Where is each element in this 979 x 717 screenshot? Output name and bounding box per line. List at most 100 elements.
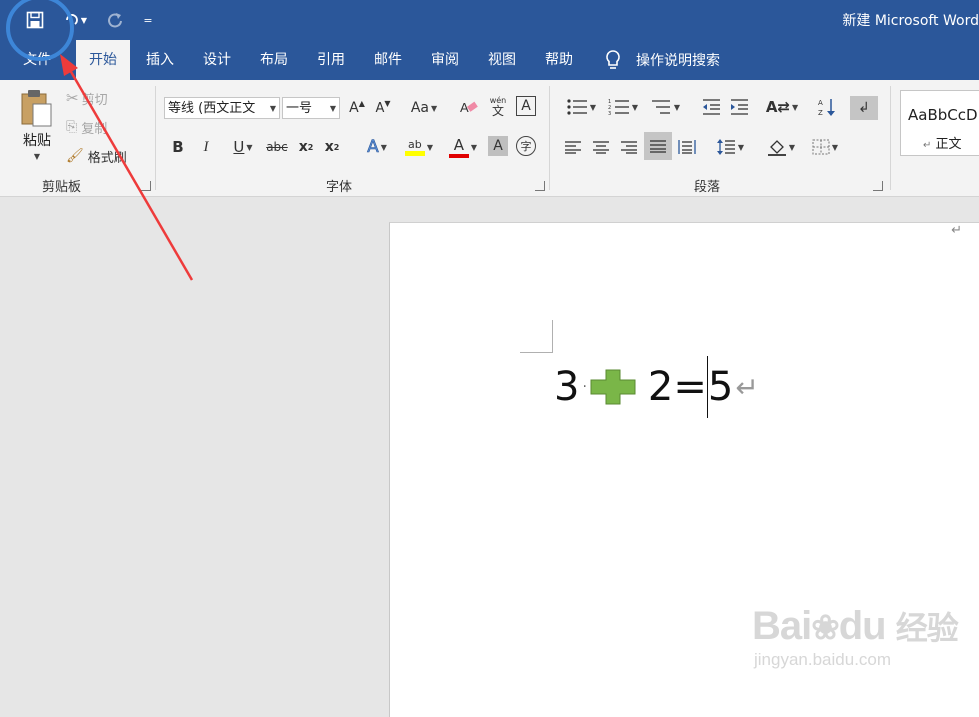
undo-dropdown-icon[interactable]: ▼	[81, 16, 87, 25]
watermark-product: 经验	[895, 610, 959, 646]
paste-button[interactable]: 粘贴 ▼	[14, 88, 60, 168]
tab-home[interactable]: 开始	[76, 40, 130, 80]
line-spacing-button[interactable]: ▼	[712, 136, 748, 158]
font-dialog-launcher[interactable]	[535, 181, 545, 191]
equation-line[interactable]: 3 · 2 = 5 ↵	[554, 356, 759, 418]
copy-button[interactable]: ⎘ 复制	[66, 117, 107, 137]
shrink-font-button[interactable]: A ▼	[373, 98, 393, 118]
save-button[interactable]	[22, 8, 48, 32]
ribbon-tab-bar: 文件 开始 插入 设计 布局 引用 邮件 审阅 视图 帮助 操作说明搜索	[0, 40, 979, 80]
change-case-button[interactable]: Aa ▼	[407, 98, 441, 118]
equals-sign: =	[673, 364, 707, 410]
decrease-indent-button[interactable]	[700, 96, 722, 118]
top-paragraph-mark: ↵	[951, 223, 962, 238]
cut-button[interactable]: ✂ 剪切	[66, 88, 108, 108]
shading-button[interactable]: ▼	[762, 136, 800, 158]
plus-icon[interactable]	[590, 369, 636, 405]
distributed-button[interactable]	[676, 136, 698, 158]
customize-qat-label: =	[143, 13, 153, 27]
multilevel-list-button[interactable]: ▼	[646, 96, 684, 118]
tab-review[interactable]: 审阅	[422, 40, 468, 80]
character-border-button[interactable]: A	[516, 96, 536, 116]
subscript-button[interactable]: x2	[296, 136, 316, 158]
highlight-label: ab	[408, 138, 422, 151]
chevron-down-icon: ▼	[329, 104, 336, 113]
paste-dropdown-icon[interactable]: ▼	[14, 152, 60, 161]
equation-number-2: 2	[647, 364, 674, 410]
highlight-button[interactable]: ab ▼	[400, 134, 438, 160]
customize-qat-button[interactable]: =	[140, 8, 156, 32]
align-center-button[interactable]	[590, 136, 612, 158]
superscript-button[interactable]: x2	[322, 136, 342, 158]
align-right-button[interactable]	[618, 136, 640, 158]
format-painter-button[interactable]: 🖌 格式刷	[66, 146, 127, 166]
show-marks-button[interactable]: ↲	[850, 96, 878, 120]
group-separator	[155, 86, 156, 190]
redo-icon	[108, 13, 122, 28]
paragraph-dialog-launcher[interactable]	[873, 181, 883, 191]
style-normal[interactable]: AaBbCcD ↵ 正文	[900, 90, 979, 156]
increase-indent-button[interactable]	[728, 96, 750, 118]
font-color-label: A	[453, 136, 465, 154]
align-center-icon	[593, 141, 609, 154]
tab-design[interactable]: 设计	[194, 40, 240, 80]
redo-button[interactable]	[102, 8, 128, 32]
character-shading-button[interactable]: A	[488, 136, 508, 156]
highlighter-icon: ab	[404, 138, 425, 156]
subscript-mark: 2	[307, 142, 314, 152]
tell-me-label: 操作说明搜索	[636, 53, 720, 69]
tab-references[interactable]: 引用	[308, 40, 354, 80]
save-icon	[26, 11, 44, 29]
paragraph-mark: ↵	[735, 370, 759, 404]
font-size-combo[interactable]: 一号 ▼	[282, 97, 340, 119]
watermark-brand: Bai❀du 经验	[752, 604, 959, 650]
bullets-button[interactable]: ▼	[562, 96, 600, 118]
svg-text:A: A	[818, 99, 823, 107]
justify-button[interactable]	[644, 132, 672, 160]
tab-mailings[interactable]: 邮件	[365, 40, 411, 80]
italic-button[interactable]: I	[196, 136, 216, 158]
style-mark: ↵	[923, 140, 932, 151]
font-color-button[interactable]: A ▼	[444, 134, 482, 160]
align-left-button[interactable]	[562, 136, 584, 158]
bold-button[interactable]: B	[168, 136, 188, 158]
sort-button[interactable]: A Z	[816, 96, 838, 118]
phonetic-guide-button[interactable]: wén 文	[486, 94, 510, 120]
tab-help[interactable]: 帮助	[536, 40, 582, 80]
font-name-value: 等线 (西文正文	[168, 101, 256, 116]
font-name-combo[interactable]: 等线 (西文正文 ▼	[164, 97, 280, 119]
borders-button[interactable]: ▼	[806, 136, 844, 158]
numbering-button[interactable]: 1 2 3 ▼	[604, 96, 642, 118]
copy-icon: ⎘	[66, 119, 78, 135]
equation-number-1: 3	[554, 364, 580, 410]
tell-me-search[interactable]: 操作说明搜索	[604, 40, 720, 80]
align-left-icon	[565, 141, 581, 154]
tab-layout[interactable]: 布局	[251, 40, 297, 80]
clear-formatting-button[interactable]: A	[457, 96, 481, 120]
watermark-brand-part1: Bai	[752, 604, 812, 648]
multilevel-list-icon	[651, 100, 670, 114]
margin-corner-mark	[520, 320, 553, 353]
tab-insert[interactable]: 插入	[136, 40, 184, 80]
paragraph-group-label: 段落	[694, 180, 721, 195]
strikethrough-button[interactable]: abc	[264, 136, 290, 158]
clipboard-dialog-launcher[interactable]	[141, 181, 151, 191]
cut-label: 剪切	[81, 92, 108, 108]
paintbrush-icon: 🖌	[66, 148, 84, 164]
tab-view[interactable]: 视图	[479, 40, 525, 80]
enclose-characters-button[interactable]: 字	[516, 136, 536, 156]
character-shading-label: A	[493, 138, 503, 154]
svg-text:3: 3	[608, 111, 611, 116]
underline-button[interactable]: U ▼	[224, 136, 262, 158]
grow-font-button[interactable]: A ▲	[347, 98, 367, 118]
line-spacing-icon	[716, 139, 735, 155]
font-color-icon: A	[448, 136, 469, 158]
undo-button[interactable]: ▼	[58, 8, 92, 32]
style-name-label: 正文	[935, 137, 962, 152]
eraser-icon: A	[460, 100, 478, 115]
ribbon: 粘贴 ▼ ✂ 剪切 ⎘ 复制 🖌 格式刷 剪贴板 等线 (西文正文 ▼ 一号 ▼…	[0, 80, 979, 197]
tab-file[interactable]: 文件	[14, 40, 60, 80]
sort-icon: A Z	[818, 99, 835, 117]
text-effects-button[interactable]: A ▼	[360, 136, 394, 158]
chinese-layout-button[interactable]: A⇄ ▼	[764, 96, 800, 118]
